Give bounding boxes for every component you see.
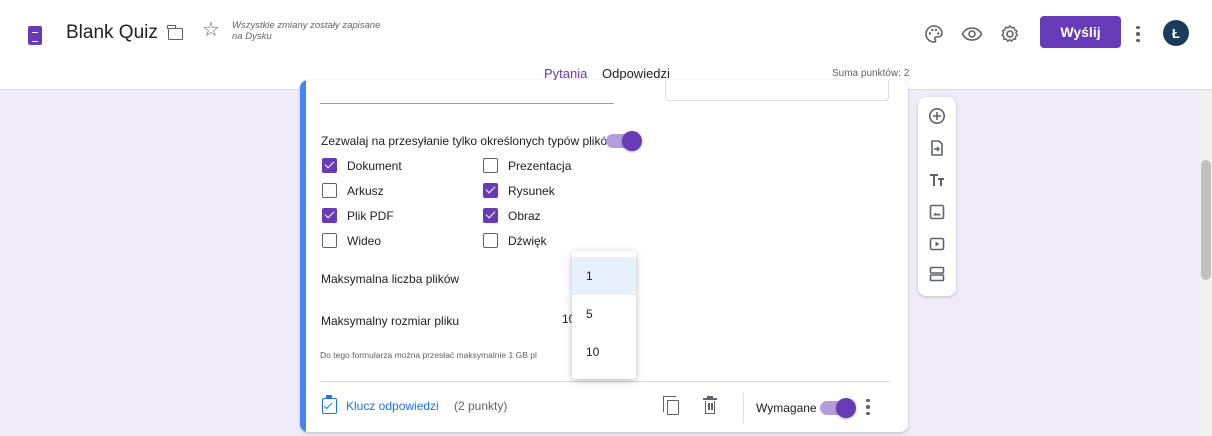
points-total: Suma punktów: 2 — [832, 68, 910, 79]
top-bar: Blank Quiz ☆ Wszystkie zmiany zostały za… — [0, 0, 1212, 90]
checkbox-checked[interactable] — [322, 158, 337, 173]
filetype-option-image[interactable]: Obraz — [483, 208, 541, 223]
question-input-underline[interactable] — [320, 103, 614, 104]
floating-toolbar — [918, 97, 956, 296]
scrollbar-thumb[interactable] — [1201, 160, 1211, 280]
checkbox-checked[interactable] — [483, 183, 498, 198]
max-files-dropdown[interactable]: 1 5 10 — [572, 251, 636, 379]
filetype-option-presentation[interactable]: Prezentacja — [483, 158, 571, 173]
form-title[interactable]: Blank Quiz — [66, 22, 158, 44]
answer-key-link[interactable]: Klucz odpowiedzi — [346, 399, 439, 413]
add-title-icon[interactable] — [927, 170, 947, 190]
filetype-option-video[interactable]: Wideo — [322, 233, 381, 248]
more-options-icon[interactable] — [1131, 22, 1145, 46]
required-toggle[interactable] — [820, 398, 856, 418]
answer-key-checkbox-icon[interactable] — [322, 395, 337, 414]
star-icon[interactable]: ☆ — [202, 20, 220, 40]
tab-responses[interactable]: Odpowiedzi — [602, 66, 670, 81]
dropdown-option[interactable]: 5 — [572, 295, 636, 333]
checkbox-unchecked[interactable] — [322, 183, 337, 198]
save-status: Wszystkie zmiany zostały zapisane na Dys… — [232, 20, 381, 42]
avatar[interactable]: Ł — [1163, 20, 1189, 46]
palette-icon[interactable] — [922, 22, 946, 46]
dropdown-option[interactable]: 10 — [572, 333, 636, 371]
duplicate-icon[interactable] — [663, 396, 681, 416]
delete-trash-icon[interactable] — [703, 396, 717, 414]
question-more-options-icon[interactable] — [865, 397, 871, 417]
max-files-label: Maksymalna liczba plików — [321, 272, 460, 286]
card-footer-divider — [320, 381, 890, 382]
checkbox-checked[interactable] — [483, 208, 498, 223]
filetype-option-audio[interactable]: Dźwięk — [483, 233, 547, 248]
preview-eye-icon[interactable] — [960, 22, 984, 46]
checkbox-unchecked[interactable] — [483, 158, 498, 173]
add-section-icon[interactable] — [927, 264, 947, 284]
filetype-option-pdf[interactable]: Plik PDF — [322, 208, 394, 223]
import-questions-icon[interactable] — [927, 138, 947, 158]
filetype-option-document[interactable]: Dokument — [322, 158, 402, 173]
send-button[interactable]: Wyślij — [1040, 16, 1121, 48]
filetype-restriction-label: Zezwalaj na przesyłanie tylko określonyc… — [321, 134, 616, 148]
filetype-restriction-toggle[interactable] — [606, 131, 642, 151]
checkbox-checked[interactable] — [322, 208, 337, 223]
max-size-label: Maksymalny rozmiar pliku — [321, 314, 460, 328]
forms-logo-icon[interactable] — [28, 26, 42, 45]
upload-quota-note: Do tego formularza można przesłać maksym… — [320, 350, 537, 360]
add-video-icon[interactable] — [927, 234, 947, 254]
checkbox-unchecked[interactable] — [322, 233, 337, 248]
settings-gear-icon[interactable] — [998, 22, 1022, 46]
required-label: Wymagane — [756, 401, 817, 415]
tab-questions[interactable]: Pytania — [544, 66, 587, 81]
filetype-option-drawing[interactable]: Rysunek — [483, 183, 555, 198]
dropdown-option[interactable]: 1 — [572, 257, 636, 295]
filetype-option-spreadsheet[interactable]: Arkusz — [322, 183, 384, 198]
question-points: (2 punkty) — [454, 399, 508, 413]
checkbox-unchecked[interactable] — [483, 233, 498, 248]
add-image-icon[interactable] — [927, 202, 947, 222]
footer-separator — [743, 393, 744, 423]
add-question-icon[interactable] — [927, 106, 947, 126]
folder-icon[interactable] — [167, 25, 183, 40]
question-type-select[interactable] — [665, 80, 889, 101]
